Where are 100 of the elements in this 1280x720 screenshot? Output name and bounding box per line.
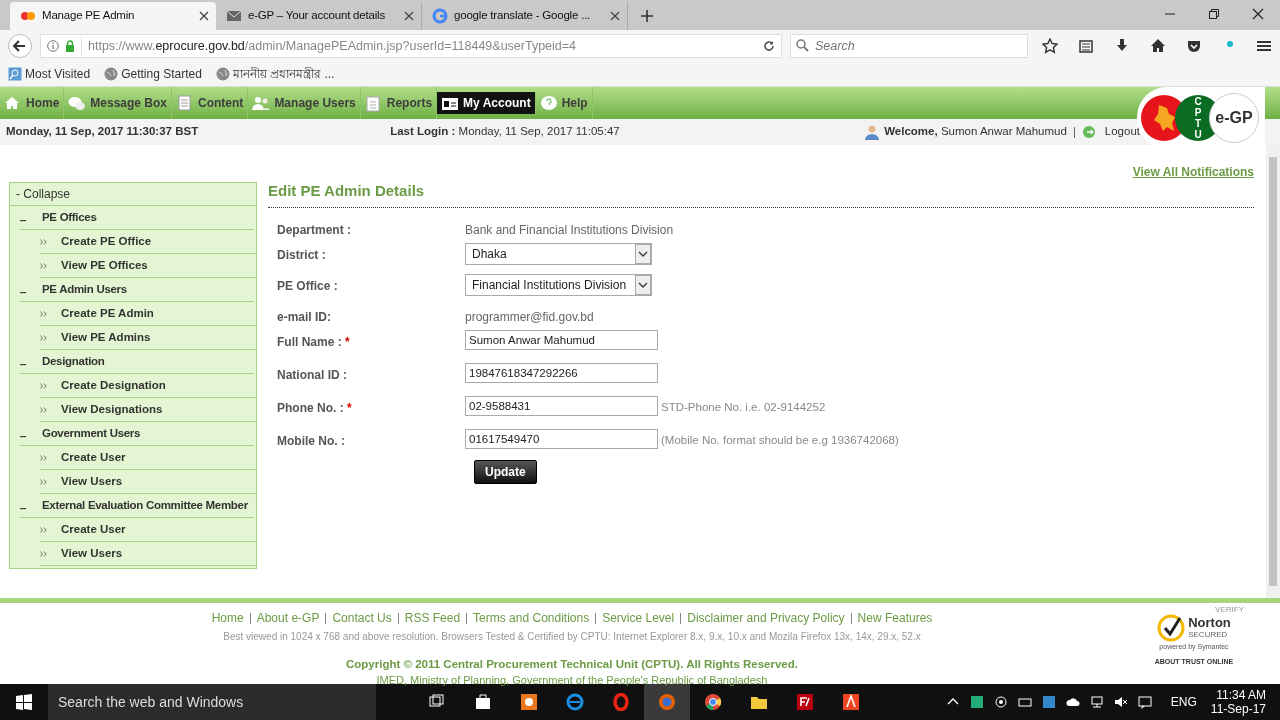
pocket-icon[interactable] <box>1186 38 1202 54</box>
caret-icon <box>635 243 651 264</box>
target-icon[interactable] <box>993 695 1008 709</box>
collapse-link[interactable]: - Collapse <box>10 183 256 206</box>
network-icon[interactable] <box>1089 695 1104 709</box>
scrollbar[interactable] <box>1266 145 1280 598</box>
sidebar-heading[interactable]: External Evaluation Committee Member <box>20 494 254 518</box>
back-icon[interactable] <box>8 34 32 58</box>
browser-tab[interactable]: Manage PE Admin <box>10 2 216 30</box>
double-chevron-icon <box>40 238 47 245</box>
reading-list-icon[interactable] <box>1078 38 1094 54</box>
close-icon[interactable] <box>404 11 414 21</box>
sidebar-link[interactable]: View Users <box>40 470 256 494</box>
sidebar-link[interactable]: Create User <box>40 518 256 542</box>
globe-icon <box>104 67 119 81</box>
logo-text: e-GP <box>1215 108 1253 128</box>
browser-icon[interactable] <box>566 693 584 711</box>
chrome-icon[interactable] <box>704 693 722 711</box>
taskbar-search[interactable]: Search the web and Windows <box>48 684 376 720</box>
double-chevron-icon <box>40 526 47 533</box>
double-chevron-icon <box>40 550 47 557</box>
store-icon[interactable] <box>474 693 492 711</box>
sidebar-link[interactable]: Create User <box>40 446 256 470</box>
caret-icon <box>635 274 651 295</box>
pdf-icon[interactable] <box>842 693 860 711</box>
close-icon[interactable] <box>1252 8 1264 20</box>
logo-letter: T <box>1194 118 1202 129</box>
input-field[interactable]: Sumon Anwar Mahumud <box>465 329 658 350</box>
tray-app-icon[interactable] <box>969 695 984 709</box>
mute-icon[interactable] <box>1113 695 1128 709</box>
sidebar-link[interactable]: View Designations <box>40 398 256 422</box>
sidebar-heading[interactable]: PE Admin Users <box>20 278 254 302</box>
field-label: Department : <box>276 221 352 239</box>
minus-icon <box>20 291 26 294</box>
double-chevron-icon <box>40 382 47 389</box>
logout-link[interactable]: Logout <box>1104 123 1140 141</box>
menu-item[interactable]: My Account <box>437 92 536 114</box>
user-icon <box>865 124 880 140</box>
restore-icon[interactable] <box>1208 8 1220 20</box>
menu-icon[interactable] <box>1256 38 1272 54</box>
sidebar-heading[interactable]: Designation <box>20 350 254 374</box>
field-label: National ID : <box>276 366 348 384</box>
cloud-icon[interactable] <box>1065 695 1080 709</box>
clock[interactable]: 11:34 AM 11-Sep-17 <box>1210 688 1266 716</box>
windows-icon[interactable] <box>16 694 32 710</box>
dots-icon <box>20 9 36 23</box>
double-chevron-icon <box>40 406 47 413</box>
lock-icon <box>65 40 75 52</box>
sidebar-link[interactable]: View PE Offices <box>40 254 256 278</box>
input-field[interactable]: 02-9588431 <box>465 395 658 416</box>
sidebar-link[interactable]: View PE Admins <box>40 326 256 350</box>
plus-icon[interactable] <box>640 9 654 23</box>
minus-icon <box>20 219 26 222</box>
help-icon <box>539 94 558 112</box>
dropdown[interactable]: Financial Institutions Division <box>465 273 652 296</box>
bookmark[interactable]: মাননীয় প্রধানমন্ত্রীর ... <box>215 65 335 83</box>
drive-icon[interactable] <box>1017 695 1032 709</box>
minus-icon <box>20 435 26 438</box>
globe-icon <box>215 67 230 81</box>
sidebar-heading[interactable]: PE Offices <box>20 206 254 230</box>
star-icon[interactable] <box>1042 38 1058 54</box>
field-label: e-mail ID: <box>276 308 332 326</box>
double-chevron-icon <box>40 454 47 461</box>
double-chevron-icon <box>40 334 47 341</box>
language-indicator[interactable]: ENG <box>1170 693 1197 711</box>
info-icon <box>47 40 59 52</box>
address-bar[interactable]: https://www.eprocure.gov.bd/admin/ManagePEAdmin.jsp?userId=118449&userTypeid=4 <box>40 34 782 58</box>
clipboard-icon <box>364 94 383 112</box>
sidebar-link[interactable]: View Users <box>40 542 256 566</box>
envelope-icon <box>226 9 242 23</box>
field-value: programmer@fid.gov.bd <box>465 308 594 326</box>
sidebar-heading[interactable]: Government Users <box>20 422 254 446</box>
opera-icon[interactable] <box>612 693 630 711</box>
users-icon <box>252 94 271 112</box>
reload-icon[interactable] <box>763 40 775 52</box>
close-icon[interactable] <box>199 11 209 21</box>
close-icon[interactable] <box>610 11 620 21</box>
browser-note: Best viewed in 1024 x 768 and above resolution. Browsers Tested & Certified by CPTU: Internet Explorer 8.x, 9.x, 10.x and Mozila Firefox 13x, 14x, 29.x, 52.x <box>222 630 922 644</box>
minus-icon <box>20 507 26 510</box>
notification-icon[interactable] <box>1137 695 1152 709</box>
input-field[interactable]: 19847618347292266 <box>465 362 658 383</box>
sidebar-link[interactable]: Create PE Admin <box>40 302 256 326</box>
field-label: Full Name : * <box>276 333 351 351</box>
sidebar-link[interactable]: Create PE Office <box>40 230 256 254</box>
search-field[interactable]: Search <box>790 34 1028 58</box>
ftp-icon[interactable] <box>796 693 814 711</box>
bookmark[interactable]: Most Visited <box>8 65 91 83</box>
input-field[interactable]: 01617549470 <box>465 428 658 449</box>
checkmark-icon <box>1157 614 1186 642</box>
home-icon[interactable] <box>1150 38 1166 54</box>
app-icon[interactable] <box>520 693 538 711</box>
dropdown[interactable]: Dhaka <box>465 242 652 265</box>
field-value: Bank and Financial Institutions Division <box>465 221 674 239</box>
verify-text: VERIFY <box>1215 605 1244 614</box>
bookmark[interactable]: Getting Started <box>104 65 202 83</box>
update-button[interactable]: Update <box>474 459 537 484</box>
firefox-icon[interactable] <box>658 693 676 711</box>
speech-bubbles-icon <box>68 94 87 112</box>
search-icon <box>796 39 809 52</box>
sidebar-link[interactable]: Create Designation <box>40 374 256 398</box>
